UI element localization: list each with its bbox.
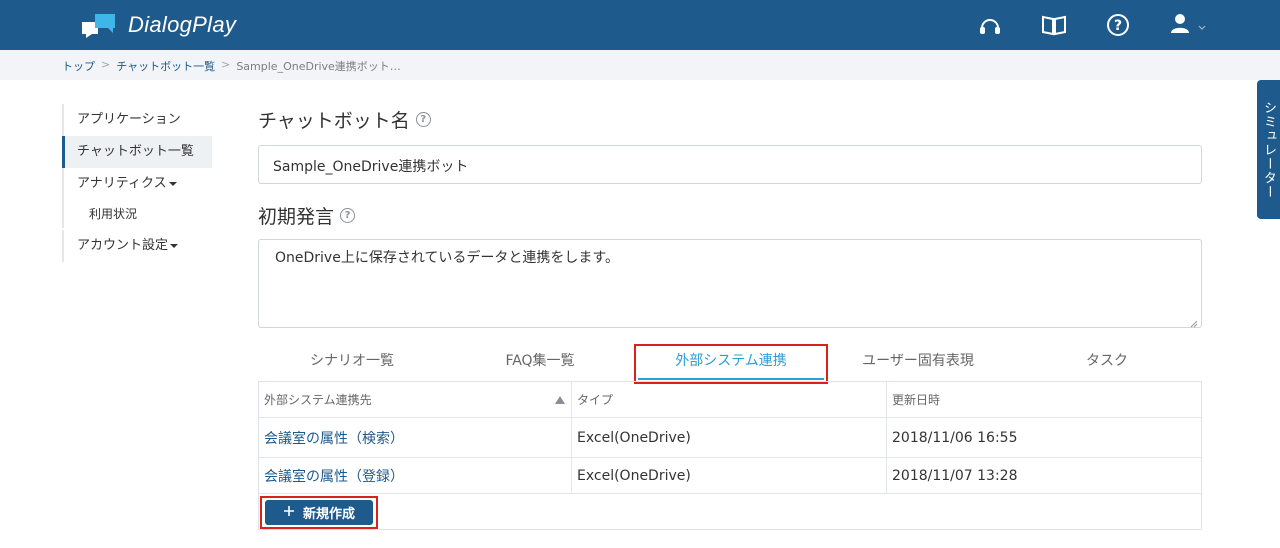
tab-label: ユーザー固有表現 (862, 353, 974, 369)
column-header-label: 更新日時 (892, 393, 941, 407)
tab-user-expressions[interactable]: ユーザー固有表現 (824, 344, 1012, 380)
chevron-down-icon (1198, 16, 1206, 35)
row-name-link[interactable]: 会議室の属性（検索） (264, 428, 404, 448)
breadcrumb-chatbot-list[interactable]: チャットボット一覧 (116, 58, 215, 74)
sidebar-item-usage[interactable]: 利用状況 (62, 200, 212, 228)
breadcrumb-top[interactable]: トップ (62, 58, 95, 74)
help-icon[interactable]: ? (415, 112, 431, 127)
greeting-value: OneDrive上に保存されているデータと連携をします。 (275, 250, 620, 266)
table-cell-name: 会議室の属性（検索） (259, 418, 572, 457)
user-icon (1168, 11, 1192, 39)
breadcrumb-bar: トップ > チャットボット一覧 > Sample_OneDrive連携ボット… (0, 50, 1280, 80)
sidebar-item-application[interactable]: アプリケーション (62, 104, 212, 136)
column-header-label: タイプ (577, 393, 614, 407)
caret-down-icon (168, 181, 177, 186)
app-name: DialogPlay (128, 12, 237, 37)
chatbot-name-heading: チャットボット名 ? (258, 106, 431, 133)
support-headset-icon[interactable] (976, 11, 1004, 39)
sidebar-item-label: チャットボット一覧 (77, 144, 194, 159)
chatbot-name-input[interactable]: Sample_OneDrive連携ボット (258, 145, 1202, 184)
new-create-button[interactable]: 新規作成 (265, 500, 373, 525)
tab-external-systems[interactable]: 外部システム連携 (638, 344, 824, 380)
sort-ascending-icon[interactable] (555, 396, 565, 404)
help-icon[interactable]: ? (340, 208, 356, 223)
sidebar-item-label: アプリケーション (77, 112, 181, 127)
logo[interactable]: DialogPlay (82, 11, 236, 39)
sidebar: アプリケーション チャットボット一覧 アナリティクス 利用状況 アカウント設定 (62, 104, 212, 262)
column-header-label: 外部システム連携先 (264, 393, 372, 407)
sidebar-item-label: 利用状況 (89, 207, 138, 221)
breadcrumb-separator: > (221, 58, 231, 71)
sidebar-item-chatbot-list[interactable]: チャットボット一覧 (62, 136, 212, 168)
column-header-updated[interactable]: 更新日時 (887, 382, 1201, 417)
table-cell-type: Excel(OneDrive) (572, 458, 887, 493)
tab-label: シナリオ一覧 (310, 353, 394, 369)
breadcrumb-separator: > (101, 58, 111, 71)
tab-label: FAQ集一覧 (505, 353, 575, 369)
breadcrumb: トップ > チャットボット一覧 > Sample_OneDrive連携ボット… (62, 58, 401, 74)
row-updated: 2018/11/07 13:28 (892, 467, 1018, 484)
tab-scenarios[interactable]: シナリオ一覧 (258, 344, 446, 380)
row-type: Excel(OneDrive) (577, 429, 691, 446)
table-cell-updated: 2018/11/07 13:28 (887, 458, 1201, 493)
svg-text:?: ? (1114, 18, 1122, 34)
table-header-row: 外部システム連携先 タイプ 更新日時 (259, 382, 1201, 418)
tab-faq[interactable]: FAQ集一覧 (446, 344, 634, 380)
row-updated: 2018/11/06 16:55 (892, 429, 1018, 446)
sidebar-item-label: アナリティクス (77, 176, 167, 191)
resize-handle-icon[interactable] (1190, 316, 1198, 328)
external-systems-table: 外部システム連携先 タイプ 更新日時 会議室の属性（検索） Excel(OneD… (258, 381, 1202, 530)
table-cell-type: Excel(OneDrive) (572, 418, 887, 457)
greeting-title: 初期発言 (258, 206, 335, 228)
new-create-label: 新規作成 (302, 507, 355, 522)
tab-bar: シナリオ一覧 FAQ集一覧 外部システム連携 ユーザー固有表現 タスク (258, 344, 1202, 382)
sidebar-item-label: アカウント設定 (77, 238, 169, 253)
tab-label: タスク (1086, 353, 1128, 369)
table-row: 会議室の属性（登録） Excel(OneDrive) 2018/11/07 13… (259, 458, 1201, 494)
table-row: 会議室の属性（検索） Excel(OneDrive) 2018/11/06 16… (259, 418, 1201, 458)
caret-down-icon (170, 243, 179, 248)
simulator-tab-label: シミュレーター (1261, 100, 1276, 199)
sidebar-item-analytics[interactable]: アナリティクス (62, 168, 212, 200)
help-icon[interactable]: ? (1104, 11, 1132, 39)
column-header-name[interactable]: 外部システム連携先 (259, 382, 572, 417)
plus-icon (283, 505, 295, 521)
tab-label: 外部システム連携 (675, 353, 787, 369)
row-type: Excel(OneDrive) (577, 467, 691, 484)
greeting-heading: 初期発言 ? (258, 202, 356, 229)
sidebar-item-account-settings[interactable]: アカウント設定 (62, 230, 212, 262)
simulator-tab[interactable]: シミュレーター (1257, 80, 1280, 219)
row-name-link[interactable]: 会議室の属性（登録） (264, 466, 404, 486)
top-navbar: DialogPlay ? (0, 0, 1280, 50)
user-menu[interactable] (1168, 11, 1216, 39)
table-cell-name: 会議室の属性（登録） (259, 458, 572, 493)
chatbot-name-title: チャットボット名 (258, 110, 410, 132)
column-header-type[interactable]: タイプ (572, 382, 887, 417)
tab-tasks[interactable]: タスク (1012, 344, 1202, 380)
chatbot-name-value: Sample_OneDrive連携ボット (273, 159, 469, 175)
breadcrumb-current: Sample_OneDrive連携ボット… (236, 60, 401, 73)
greeting-textarea[interactable]: OneDrive上に保存されているデータと連携をします。 (258, 239, 1202, 328)
manual-book-icon[interactable] (1040, 11, 1068, 39)
table-cell-updated: 2018/11/06 16:55 (887, 418, 1201, 457)
chat-bubbles-icon (82, 12, 116, 38)
